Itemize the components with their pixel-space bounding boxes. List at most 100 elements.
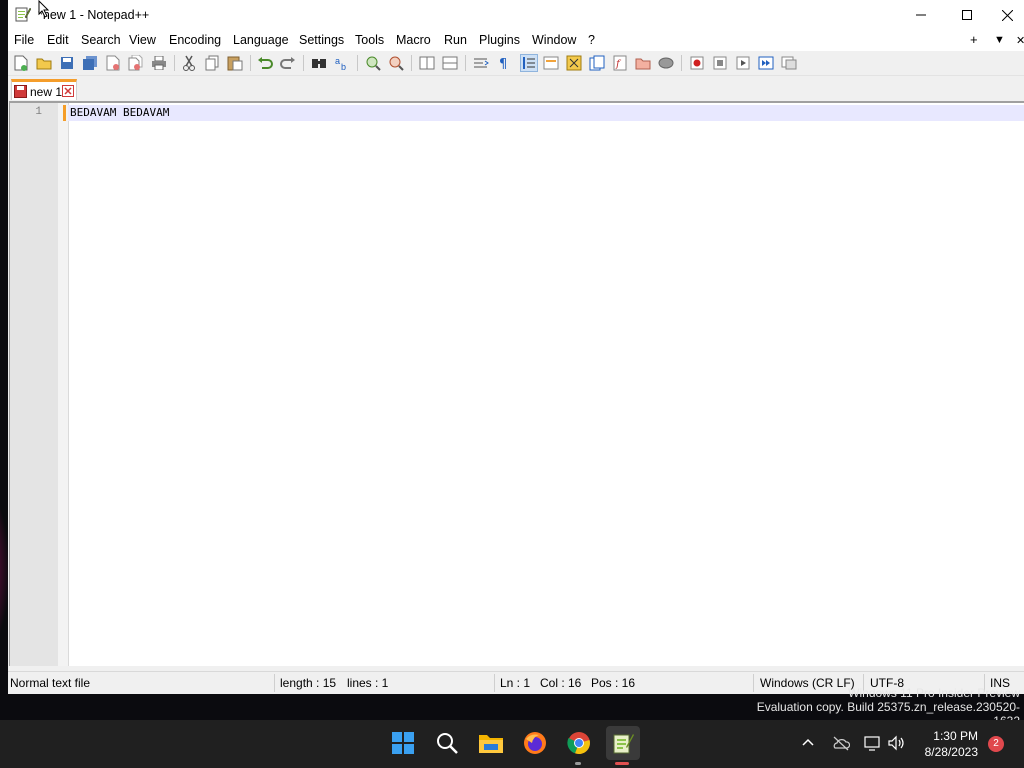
record-macro-icon[interactable] xyxy=(688,54,706,72)
tab-bar: new 1 xyxy=(8,77,1024,101)
play-macro-icon[interactable] xyxy=(734,54,752,72)
save-macro-icon[interactable] xyxy=(780,54,798,72)
editor-text-line[interactable]: BEDAVAM BEDAVAM xyxy=(70,106,169,119)
save-icon[interactable] xyxy=(58,54,76,72)
clock-time: 1:30 PM xyxy=(933,729,978,743)
toolbar-separator xyxy=(303,55,304,71)
notepad-window: *new 1 - Notepad++ File Edit Search View… xyxy=(8,0,1024,694)
start-button[interactable] xyxy=(388,728,418,758)
menu-edit[interactable]: Edit xyxy=(47,33,69,47)
chrome-running-indicator xyxy=(575,762,581,765)
document-map-icon[interactable] xyxy=(565,54,583,72)
maximize-icon xyxy=(962,10,972,20)
close-icon xyxy=(1001,9,1013,21)
menu-tools[interactable]: Tools xyxy=(355,33,384,47)
toolbar-separator xyxy=(174,55,175,71)
minimize-button[interactable] xyxy=(898,0,944,30)
function-list-icon[interactable]: f xyxy=(611,54,629,72)
watermark-line-1: Windows 11 Pro Insider Preview xyxy=(848,686,1020,700)
onedrive-offline-icon[interactable] xyxy=(832,735,850,751)
replace-icon[interactable]: ab xyxy=(333,54,351,72)
document-list-icon[interactable] xyxy=(588,54,606,72)
new-tab-plus-button[interactable]: + xyxy=(970,32,978,47)
menu-language[interactable]: Language xyxy=(233,33,289,47)
notepad-plus-plus-taskbar-button[interactable] xyxy=(606,726,640,760)
close-tab-menu-button[interactable]: ✕ xyxy=(1016,34,1024,47)
menu-run[interactable]: Run xyxy=(444,33,467,47)
toolbar-separator xyxy=(250,55,251,71)
mouse-cursor-icon xyxy=(38,0,50,18)
close-tab-icon[interactable] xyxy=(62,85,74,97)
clock-date: 8/28/2023 xyxy=(924,745,978,759)
sync-vertical-icon[interactable] xyxy=(418,54,436,72)
menu-plugins[interactable]: Plugins xyxy=(479,33,520,47)
status-separator xyxy=(274,674,275,692)
volume-icon[interactable] xyxy=(888,735,906,751)
system-clock[interactable]: 1:30 PM 8/28/2023 xyxy=(918,728,978,760)
copy-icon[interactable] xyxy=(203,54,221,72)
close-window-button[interactable] xyxy=(990,0,1024,30)
status-file-type: Normal text file xyxy=(10,676,91,690)
zoom-in-icon[interactable] xyxy=(364,54,382,72)
print-icon[interactable] xyxy=(150,54,168,72)
folder-as-workspace-icon[interactable] xyxy=(634,54,652,72)
tab-label: new 1 xyxy=(30,85,63,99)
search-button[interactable] xyxy=(432,728,462,758)
tab-new-1[interactable]: new 1 xyxy=(11,79,77,100)
status-ln: Ln : 1 xyxy=(500,676,531,690)
close-file-icon[interactable] xyxy=(104,54,122,72)
status-pos: Pos : 16 xyxy=(591,676,636,690)
indent-guide-icon[interactable] xyxy=(520,54,538,72)
menu-settings[interactable]: Settings xyxy=(299,33,344,47)
show-hidden-icons-chevron-icon[interactable] xyxy=(801,735,815,749)
windows-logo-icon xyxy=(392,732,414,754)
menu-window[interactable]: Window xyxy=(532,33,576,47)
paste-icon[interactable] xyxy=(226,54,244,72)
zoom-out-icon[interactable] xyxy=(387,54,405,72)
folder-icon xyxy=(479,735,503,753)
line-number: 1 xyxy=(35,106,42,118)
notification-badge[interactable]: 2 xyxy=(988,736,1004,752)
save-all-icon[interactable] xyxy=(81,54,99,72)
search-icon xyxy=(437,733,458,754)
stop-macro-icon[interactable] xyxy=(711,54,729,72)
toolbar-separator xyxy=(357,55,358,71)
undo-icon[interactable] xyxy=(256,54,274,72)
menu-search[interactable]: Search xyxy=(81,33,121,47)
sync-horizontal-icon[interactable] xyxy=(441,54,459,72)
monitoring-icon[interactable] xyxy=(657,54,675,72)
file-explorer-button[interactable] xyxy=(476,728,506,758)
network-icon[interactable] xyxy=(864,735,882,751)
tab-list-dropdown-button[interactable]: ▼ xyxy=(994,34,1005,46)
editor-area[interactable]: 1 BEDAVAM BEDAVAM xyxy=(9,101,1024,666)
menu-encoding[interactable]: Encoding xyxy=(169,33,221,47)
find-icon[interactable] xyxy=(310,54,328,72)
firefox-button[interactable] xyxy=(520,728,550,758)
status-length: length : 15 xyxy=(280,676,337,690)
notepad-running-indicator xyxy=(615,762,629,765)
word-wrap-icon[interactable] xyxy=(472,54,490,72)
redo-icon[interactable] xyxy=(279,54,297,72)
unsaved-file-icon xyxy=(14,85,27,98)
notepad-plus-plus-icon xyxy=(613,734,634,754)
user-defined-language-icon[interactable] xyxy=(542,54,560,72)
maximize-button[interactable] xyxy=(944,0,990,30)
menu-view[interactable]: View xyxy=(129,33,156,47)
toolbar-separator xyxy=(465,55,466,71)
notepad-plus-plus-icon xyxy=(15,6,32,22)
close-all-icon[interactable] xyxy=(127,54,145,72)
firefox-icon xyxy=(524,732,546,754)
open-file-icon[interactable] xyxy=(35,54,53,72)
svg-text:b: b xyxy=(341,62,346,71)
show-all-characters-icon[interactable]: ¶ xyxy=(495,54,513,72)
title-bar[interactable]: *new 1 - Notepad++ xyxy=(8,0,1024,30)
cut-icon[interactable] xyxy=(180,54,198,72)
status-col: Col : 16 xyxy=(540,676,582,690)
toolbar: ab ¶ f xyxy=(8,51,1024,76)
menu-macro[interactable]: Macro xyxy=(396,33,431,47)
run-macro-multiple-icon[interactable] xyxy=(757,54,775,72)
chrome-button[interactable] xyxy=(564,728,594,758)
menu-file[interactable]: File xyxy=(14,33,34,47)
menu-help[interactable]: ? xyxy=(588,33,595,47)
new-file-icon[interactable] xyxy=(12,54,30,72)
